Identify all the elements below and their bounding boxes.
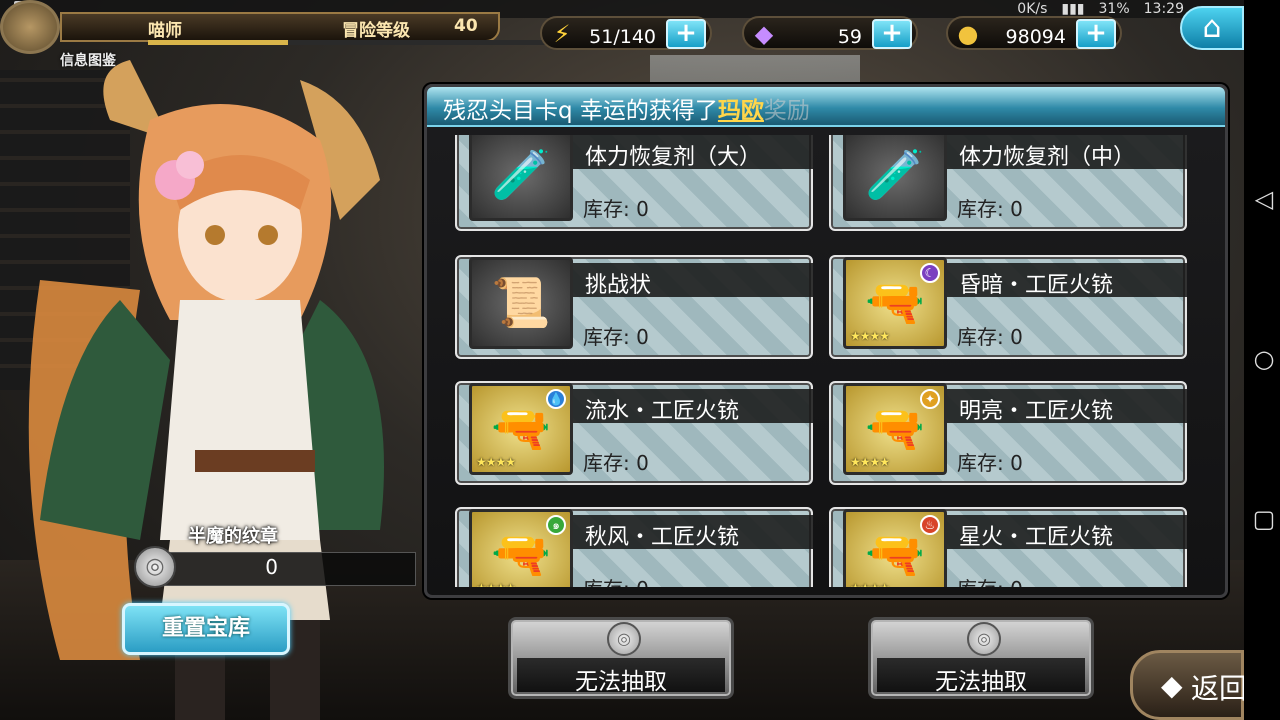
challenge-letter-icon: 📜 bbox=[469, 257, 573, 349]
network-speed: 0K/s bbox=[1017, 1, 1048, 17]
item-stock: 库存: 0 bbox=[957, 197, 1023, 221]
crystal-icon: ◆ bbox=[754, 20, 774, 48]
water-musket-icon: 🔫 💧 ★★★★ bbox=[469, 383, 573, 475]
item-stock: 库存: 0 bbox=[957, 451, 1023, 475]
reward-item-card[interactable]: 昏暗・工匠火铳 库存: 0 🔫 ☾ ★★★★ bbox=[829, 255, 1187, 359]
item-name: 流水・工匠火铳 bbox=[585, 399, 740, 424]
android-nav-bar: ◁ ○ ▢ bbox=[1244, 0, 1280, 720]
nav-recents-icon[interactable]: ▢ bbox=[1250, 505, 1278, 533]
reward-item-card[interactable]: 流水・工匠火铳 库存: 0 🔫 💧 ★★★★ bbox=[455, 381, 813, 485]
battery-level: 31% bbox=[1098, 1, 1130, 17]
back-button[interactable]: ◆ 返回 bbox=[1130, 650, 1248, 720]
light-musket-icon: 🔫 ✦ ★★★★ bbox=[843, 383, 947, 475]
reset-vault-button[interactable]: 重置宝库 bbox=[122, 603, 290, 655]
item-name: 星火・工匠火铳 bbox=[959, 525, 1114, 550]
rarity-stars: ★★★★ bbox=[850, 581, 890, 587]
emblem-coin-icon: ◎ bbox=[607, 622, 641, 656]
reward-pool-panel: 残忍头目卡q 幸运的获得了玛欧奖励 体力恢复剂（大） 库存: 0 🧪 体力恢复剂… bbox=[424, 84, 1228, 598]
rarity-stars: ★★★★ bbox=[850, 455, 890, 469]
reward-item-card[interactable]: 体力恢复剂（中） 库存: 0 🧪 bbox=[829, 135, 1187, 231]
announcement-banner: 残忍头目卡q 幸运的获得了玛欧奖励 bbox=[427, 87, 1225, 127]
reward-item-card[interactable]: 秋风・工匠火铳 库存: 0 🔫 ๑ ★★★★ bbox=[455, 507, 813, 587]
announcement-prefix: 残忍头目卡q 幸运的获得了 bbox=[443, 98, 718, 124]
signal-icon: ▮▮▮ bbox=[1061, 1, 1085, 17]
rarity-stars: ★★★★ bbox=[476, 581, 516, 587]
emblem-coin-icon: ◎ bbox=[134, 546, 176, 588]
add-gold-button[interactable]: + bbox=[1076, 19, 1116, 49]
item-stock: 库存: 0 bbox=[583, 325, 649, 349]
potion-medium-icon: 🧪 bbox=[843, 135, 947, 221]
item-stock: 库存: 0 bbox=[583, 451, 649, 475]
add-crystal-button[interactable]: + bbox=[872, 19, 912, 49]
dark-element-icon: ☾ bbox=[920, 263, 940, 283]
home-button[interactable]: ⌂ bbox=[1180, 6, 1244, 50]
crystal-resource: ◆ 59 + bbox=[742, 16, 918, 50]
item-stock: 库存: 0 bbox=[583, 197, 649, 221]
item-name: 昏暗・工匠火铳 bbox=[959, 273, 1114, 298]
info-codex-button[interactable] bbox=[0, 0, 60, 54]
gold-coin-icon: ● bbox=[957, 20, 979, 48]
announcement-suffix: 奖励 bbox=[763, 98, 810, 124]
adventure-level-value: 40 bbox=[454, 16, 478, 36]
back-arrow-icon: ◆ bbox=[1161, 669, 1183, 702]
reward-item-card[interactable]: 体力恢复剂（大） 库存: 0 🧪 bbox=[455, 135, 813, 231]
light-element-icon: ✦ bbox=[920, 389, 940, 409]
home-icon: ⌂ bbox=[1202, 10, 1222, 45]
clock: 13:29 bbox=[1143, 1, 1184, 17]
item-stock: 库存: 0 bbox=[583, 573, 649, 587]
item-name: 体力恢复剂（大） bbox=[585, 145, 762, 170]
rarity-stars: ★★★★ bbox=[476, 455, 516, 469]
back-label: 返回 bbox=[1191, 672, 1248, 705]
water-element-icon: 💧 bbox=[546, 389, 566, 409]
item-name: 明亮・工匠火铳 bbox=[959, 399, 1114, 424]
fire-musket-icon: 🔫 ♨ ★★★★ bbox=[843, 509, 947, 587]
announcement-text: 残忍头目卡q 幸运的获得了玛欧奖励 bbox=[443, 91, 810, 125]
emblem-count-box bbox=[146, 552, 416, 586]
potion-large-icon: 🧪 bbox=[469, 135, 573, 221]
crystal-value: 59 bbox=[837, 26, 862, 48]
dark-musket-icon: 🔫 ☾ ★★★★ bbox=[843, 257, 947, 349]
draw-multi-label: 无法抽取 bbox=[935, 669, 1027, 695]
reward-item-card[interactable]: 挑战状 库存: 0 📜 bbox=[455, 255, 813, 359]
reward-item-list[interactable]: 体力恢复剂（大） 库存: 0 🧪 体力恢复剂（中） 库存: 0 🧪 挑战状 库存… bbox=[447, 135, 1207, 587]
adventure-level-label: 冒险等级 bbox=[342, 21, 410, 41]
draw-multi-button[interactable]: ◎ 无法抽取 bbox=[868, 617, 1094, 699]
player-info-bar: 喵师 冒险等级 40 bbox=[60, 12, 548, 45]
emblem-coin-icon: ◎ bbox=[967, 622, 1001, 656]
draw-once-button[interactable]: ◎ 无法抽取 bbox=[508, 617, 734, 699]
fire-element-icon: ♨ bbox=[920, 515, 940, 535]
item-name: 体力恢复剂（中） bbox=[959, 145, 1136, 170]
item-stock: 库存: 0 bbox=[957, 573, 1023, 587]
nav-home-icon[interactable]: ○ bbox=[1250, 345, 1278, 373]
item-name: 挑战状 bbox=[585, 273, 652, 298]
reward-item-card[interactable]: 明亮・工匠火铳 库存: 0 🔫 ✦ ★★★★ bbox=[829, 381, 1187, 485]
stamina-resource: ⚡ 51/140 + bbox=[540, 16, 712, 50]
player-name: 喵师 bbox=[148, 21, 182, 41]
emblem-title: 半魔的纹章 bbox=[188, 526, 278, 547]
exp-bar-fill bbox=[148, 40, 288, 45]
draw-once-label: 无法抽取 bbox=[575, 669, 667, 695]
wind-musket-icon: 🔫 ๑ ★★★★ bbox=[469, 509, 573, 587]
lightning-icon: ⚡ bbox=[553, 20, 571, 48]
announcement-highlight: 玛欧 bbox=[717, 98, 764, 124]
wind-element-icon: ๑ bbox=[546, 515, 566, 535]
emblem-counter: 半魔的纹章 ◎ 0 bbox=[130, 522, 416, 592]
rarity-stars: ★★★★ bbox=[850, 329, 890, 343]
nav-back-icon[interactable]: ◁ bbox=[1250, 185, 1278, 213]
item-name: 秋风・工匠火铳 bbox=[585, 525, 740, 550]
emblem-count: 0 bbox=[265, 555, 278, 579]
gold-value: 98094 bbox=[1005, 26, 1066, 48]
stamina-value: 51/140 bbox=[589, 26, 656, 48]
reward-item-card[interactable]: 星火・工匠火铳 库存: 0 🔫 ♨ ★★★★ bbox=[829, 507, 1187, 587]
gold-resource: ● 98094 + bbox=[946, 16, 1122, 50]
item-stock: 库存: 0 bbox=[957, 325, 1023, 349]
exp-bar bbox=[148, 40, 548, 45]
add-stamina-button[interactable]: + bbox=[666, 19, 706, 49]
